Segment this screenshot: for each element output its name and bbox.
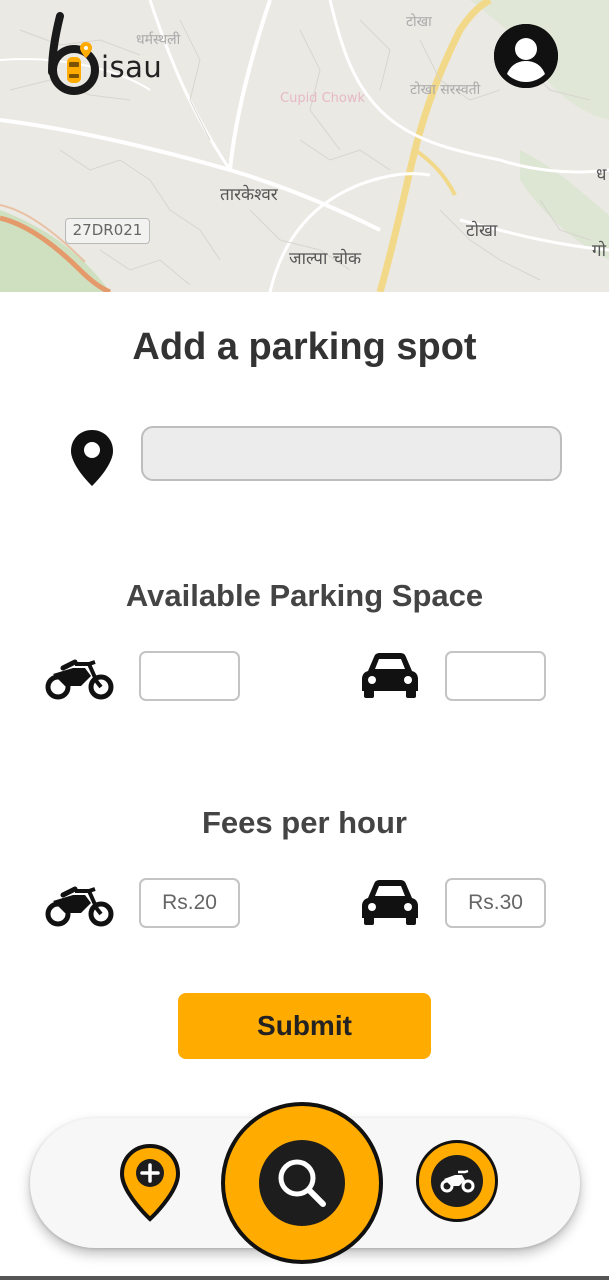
nav-search-button[interactable] — [221, 1102, 383, 1264]
motorcycle-icon — [45, 886, 114, 927]
logo-text: isau — [101, 50, 163, 84]
search-icon — [278, 1159, 326, 1207]
map-label-jalpa-chowk: जाल्पा चोक — [289, 249, 362, 269]
fees-title: Fees per hour — [202, 805, 407, 840]
map-pin-icon — [71, 430, 113, 486]
nav-add-location-button[interactable] — [118, 1143, 182, 1223]
search-button-inner — [259, 1140, 345, 1226]
car-space-input[interactable] — [445, 651, 546, 701]
nav-vehicle-button[interactable] — [416, 1140, 498, 1222]
car-fee-input[interactable] — [445, 878, 546, 928]
map-label-cupid-chowk: Cupid Chowk — [280, 91, 365, 106]
map-label-tarkeshwar: तारकेश्वर — [220, 185, 278, 205]
profile-button[interactable] — [494, 24, 558, 88]
car-icon — [362, 653, 418, 698]
map-label-right-edge-2: गो — [592, 241, 606, 261]
motorcycle-icon — [440, 1169, 475, 1193]
logo-mark-icon — [48, 12, 99, 95]
map-label-right-edge-1: ध — [596, 165, 607, 185]
page-title: Add a parking spot — [132, 326, 477, 368]
submit-button[interactable]: Submit — [178, 993, 431, 1059]
bike-space-input[interactable] — [139, 651, 240, 701]
car-icon — [362, 880, 418, 925]
map-label-tokha-top: टोखा — [406, 14, 432, 30]
vehicle-button-inner — [431, 1155, 483, 1207]
add-location-icon — [119, 1143, 181, 1222]
user-circle-icon — [494, 24, 558, 88]
bike-fee-input[interactable] — [139, 878, 240, 928]
map-label-tokha: टोखा — [466, 221, 498, 241]
location-input[interactable] — [141, 426, 562, 481]
motorcycle-icon — [45, 659, 114, 700]
road-badge: 27DR021 — [65, 218, 150, 244]
map-label-tokha-saraswati: टोखा सरस्वती — [410, 82, 481, 98]
available-space-title: Available Parking Space — [125, 578, 484, 613]
bottom-divider — [0, 1276, 609, 1280]
